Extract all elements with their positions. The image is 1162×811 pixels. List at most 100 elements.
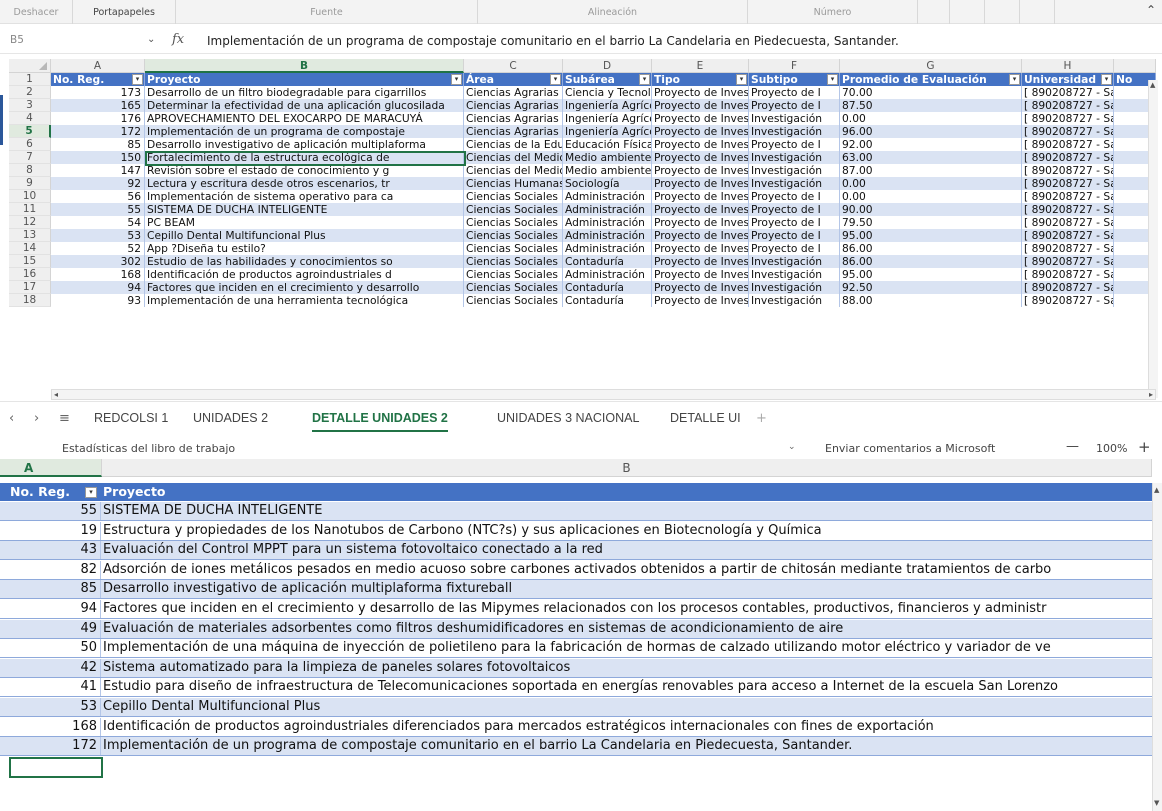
table-cell[interactable]: Investigación [749,164,840,177]
filter-dropdown-icon[interactable]: ▾ [85,487,97,498]
scroll-left-icon[interactable]: ◂ [54,390,58,399]
table-cell[interactable]: Medio ambiente [563,151,652,164]
table-cell-no-reg[interactable]: 94 [0,600,101,618]
table-cell[interactable]: Ciencias Sociales [464,294,563,307]
vertical-scrollbar-top[interactable]: ▲ ▼ [1148,80,1158,398]
filter-dropdown-icon[interactable]: ▾ [639,74,650,85]
table-cell[interactable]: [ 890208727 - San [1022,242,1114,255]
table-cell[interactable]: 176 [51,112,145,125]
formula-input[interactable]: Implementación de un programa de compost… [207,34,899,48]
table-cell[interactable]: 88.00 [840,294,1022,307]
row-header[interactable]: 3 [9,99,51,112]
table-cell[interactable]: Proyecto de I [749,203,840,216]
table-cell[interactable]: [ 890208727 - San [1022,268,1114,281]
table-cell[interactable]: Proyecto de I [749,190,840,203]
table-cell[interactable]: [ 890208727 - San [1022,164,1114,177]
table-cell[interactable]: Investigación [749,125,840,138]
table-cell[interactable]: Ciencias Sociales [464,203,563,216]
table-cell[interactable]: Proyecto de Investigación [652,216,749,229]
feedback-link[interactable]: Enviar comentarios a Microsoft [825,442,995,455]
table-cell[interactable]: [ 890208727 - San [1022,177,1114,190]
column-header-g[interactable]: G [840,59,1022,73]
table-cell[interactable]: 52 [51,242,145,255]
scroll-up-icon[interactable]: ▲ [1150,81,1155,89]
table-cell-proyecto[interactable]: Implementación de una máquina de inyecci… [103,639,1152,657]
table-cell-proyecto[interactable]: Adsorción de iones metálicos pesados en … [103,561,1152,579]
table-cell[interactable]: Proyecto de Investigación [652,112,749,125]
table-cell[interactable]: Ciencias Agrarias [464,112,563,125]
scroll-up-icon[interactable]: ▲ [1154,486,1159,494]
table-cell[interactable]: 0.00 [840,112,1022,125]
table-cell-proyecto[interactable]: Implementación de un programa de compost… [103,737,1152,755]
table-cell[interactable]: Ciencias Sociales [464,216,563,229]
table-cell[interactable]: Proyecto de Investigación [652,255,749,268]
table-cell[interactable]: 0.00 [840,190,1022,203]
table-cell[interactable]: [ 890208727 - San [1022,281,1114,294]
table-cell[interactable]: Proyecto de I [749,242,840,255]
table-cell[interactable]: Ciencias del Medio [464,164,563,177]
table-cell[interactable]: [ 890208727 - San [1022,229,1114,242]
table-cell[interactable]: 93 [51,294,145,307]
table-cell-proyecto[interactable]: Factores que inciden en el crecimiento y… [103,600,1152,618]
table-cell[interactable]: Proyecto de Investigación [652,99,749,112]
table-cell[interactable]: Ciencias Agrarias [464,99,563,112]
table-cell-proyecto[interactable]: Evaluación de materiales adsorbentes com… [103,620,1152,638]
active-cell-b5[interactable] [145,151,466,166]
column-header-b[interactable]: B [102,459,1152,477]
table-cell-no-reg[interactable]: 168 [0,717,101,736]
table-cell-proyecto[interactable]: Estructura y propiedades de los Nanotubo… [103,522,1152,540]
table-cell[interactable]: Implementación de una herramienta tecnol… [145,294,464,307]
column-header-e[interactable]: E [652,59,749,73]
filter-dropdown-icon[interactable]: ▾ [827,74,838,85]
table-cell-proyecto[interactable]: Desarrollo investigativo de aplicación m… [103,580,1152,598]
table-cell[interactable]: Administración [563,216,652,229]
row-header[interactable]: 9 [9,177,51,190]
table-cell[interactable]: [ 890208727 - San [1022,255,1114,268]
table-cell[interactable]: [ 890208727 - San [1022,294,1114,307]
table-cell[interactable]: 87.00 [840,164,1022,177]
table-cell[interactable]: Ingeniería Agrícola [563,125,652,138]
table-cell[interactable]: 0.00 [840,177,1022,190]
tab-redcolsi-1[interactable]: REDCOLSI 1 [94,411,168,425]
table-cell[interactable]: Ciencia y Tecnología [563,86,652,99]
ribbon-group-number[interactable]: Número [748,0,918,24]
scroll-right-icon[interactable]: ▸ [1149,390,1153,399]
row-header[interactable]: 17 [9,281,51,294]
table-cell[interactable]: 54 [51,216,145,229]
table-cell-no-reg[interactable]: 42 [0,658,101,677]
table-cell[interactable]: Lectura y escritura desde otros escenari… [145,177,464,190]
table-cell[interactable]: Ciencias Sociales [464,229,563,242]
table-cell[interactable]: Ciencias Agrarias [464,125,563,138]
filter-dropdown-icon[interactable]: ▾ [132,74,143,85]
table-cell[interactable]: Proyecto de Investigación [652,242,749,255]
vertical-scrollbar-bottom[interactable]: ▲ ▼ [1152,483,1162,811]
ribbon-group-undo[interactable]: Deshacer [0,0,73,24]
table-cell[interactable]: 92.50 [840,281,1022,294]
active-cell-a168[interactable] [9,757,103,778]
table-cell[interactable]: [ 890208727 - San [1022,216,1114,229]
filter-dropdown-icon[interactable]: ▾ [1009,74,1020,85]
previous-sheet-icon[interactable]: ‹ [9,411,14,426]
table-cell[interactable]: [ 890208727 - San [1022,99,1114,112]
table-cell[interactable]: Proyecto de Investigación [652,138,749,151]
table-cell[interactable]: 90.00 [840,203,1022,216]
row-header[interactable]: 7 [9,151,51,164]
filter-dropdown-icon[interactable]: ▾ [736,74,747,85]
row-header[interactable]: 16 [9,268,51,281]
column-header-h[interactable]: H [1022,59,1114,73]
select-all-corner[interactable] [9,59,51,73]
table-cell[interactable]: Investigación [749,112,840,125]
table-cell-no-reg[interactable]: 55 [0,502,101,520]
ribbon-group-font[interactable]: Fuente [176,0,478,24]
table-cell[interactable]: Ciencias Sociales [464,242,563,255]
table-cell[interactable]: Investigación [749,268,840,281]
table-cell[interactable]: 95.00 [840,229,1022,242]
table-cell-no-reg[interactable]: 82 [0,560,101,579]
table-cell[interactable]: Proyecto de Investigación [652,151,749,164]
table-cell[interactable]: 85 [51,138,145,151]
table-cell-no-reg[interactable]: 41 [0,678,101,697]
zoom-level[interactable]: 100% [1096,442,1127,455]
table-cell[interactable]: Proyecto de I [749,229,840,242]
row-header[interactable]: 12 [9,216,51,229]
column-header-f[interactable]: F [749,59,840,73]
